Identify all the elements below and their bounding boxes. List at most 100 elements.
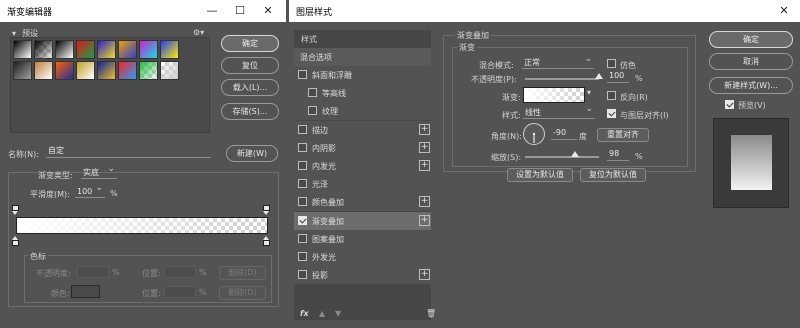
sidebar-item[interactable]: 光泽 bbox=[294, 175, 431, 194]
sidebar-item[interactable]: 描边 + bbox=[294, 120, 431, 139]
preset-swatch[interactable] bbox=[118, 40, 137, 59]
name-input[interactable]: 自定 bbox=[46, 146, 211, 158]
dither-checkbox[interactable] bbox=[607, 59, 616, 68]
sidebar-item-checkbox[interactable] bbox=[298, 124, 307, 134]
sidebar-item-checkbox[interactable] bbox=[298, 161, 307, 170]
new-gradient-button[interactable]: 新建(W) bbox=[226, 145, 278, 162]
sidebar-item-checkbox[interactable] bbox=[308, 88, 317, 98]
sidebar-item-checkbox[interactable] bbox=[298, 197, 307, 207]
preset-swatch-fill bbox=[14, 41, 31, 58]
sidebar-item-checkbox[interactable] bbox=[298, 215, 307, 225]
minimize-icon[interactable]: — bbox=[198, 0, 226, 22]
sidebar-item-checkbox[interactable] bbox=[298, 270, 307, 280]
preset-swatch[interactable] bbox=[55, 40, 74, 59]
sidebar-item[interactable]: 外发光 bbox=[294, 248, 431, 266]
sidebar-item[interactable]: 图案叠加 bbox=[294, 229, 431, 248]
preset-swatch[interactable] bbox=[76, 40, 95, 59]
preset-swatch[interactable] bbox=[76, 61, 95, 80]
set-default-button[interactable]: 设置为默认值 bbox=[507, 168, 573, 182]
opacity-input[interactable]: 100 bbox=[607, 71, 629, 83]
layer-style-ok-button[interactable]: 确定 bbox=[709, 31, 793, 48]
sidebar-item-checkbox[interactable] bbox=[298, 252, 307, 261]
delete-color-stop-button[interactable]: 删除(D) bbox=[219, 286, 266, 300]
preset-swatch[interactable] bbox=[160, 61, 179, 80]
sidebar-item[interactable]: 内发光 + bbox=[294, 157, 431, 175]
opacity-slider-knob[interactable] bbox=[595, 73, 603, 79]
preset-swatch[interactable] bbox=[139, 61, 158, 80]
color-stop-left[interactable] bbox=[12, 236, 19, 246]
add-effect-icon[interactable]: + bbox=[419, 269, 430, 281]
preset-swatch[interactable] bbox=[34, 40, 53, 59]
preset-swatch[interactable] bbox=[160, 40, 179, 59]
angle-input[interactable]: -90 bbox=[551, 128, 577, 140]
fx-icon[interactable]: fx bbox=[300, 309, 309, 318]
blend-mode-select[interactable]: 正常 bbox=[522, 54, 594, 69]
angle-dial[interactable] bbox=[522, 122, 546, 146]
style-select[interactable]: 线性 bbox=[523, 104, 595, 119]
close-icon[interactable]: ✕ bbox=[770, 0, 798, 22]
align-with-layer-checkbox[interactable] bbox=[607, 109, 616, 118]
gradient-type-select[interactable]: 实底 bbox=[81, 164, 117, 179]
preset-swatch[interactable] bbox=[13, 61, 32, 80]
preset-swatch[interactable] bbox=[139, 40, 158, 59]
gradient-preview-bar[interactable] bbox=[16, 217, 268, 234]
sidebar-item[interactable]: 斜面和浮雕 bbox=[294, 66, 431, 84]
preset-swatch[interactable] bbox=[55, 61, 74, 80]
stop-opacity-input[interactable] bbox=[77, 266, 109, 278]
gradient-dropdown-icon[interactable]: ▾ bbox=[587, 88, 591, 97]
reset-alignment-button[interactable]: 重置对齐 bbox=[597, 128, 649, 142]
gear-icon[interactable]: ⚙▾ bbox=[193, 28, 204, 37]
load-button[interactable]: 载入(L)... bbox=[221, 79, 279, 96]
move-up-icon[interactable]: ▲ bbox=[319, 309, 325, 318]
opacity-stop-right[interactable] bbox=[263, 205, 270, 215]
scale-input[interactable]: 98 bbox=[607, 149, 629, 161]
sidebar-item-checkbox[interactable] bbox=[298, 70, 307, 79]
opacity-slider[interactable] bbox=[525, 78, 599, 80]
add-effect-icon[interactable]: + bbox=[419, 214, 430, 226]
preset-swatch[interactable] bbox=[118, 61, 137, 80]
save-button[interactable]: 存储(S)... bbox=[221, 103, 279, 120]
scale-slider[interactable] bbox=[525, 156, 599, 158]
trash-icon[interactable]: 🗑 bbox=[426, 309, 436, 318]
add-effect-icon[interactable]: + bbox=[419, 196, 430, 208]
color-stop-right[interactable] bbox=[263, 236, 270, 246]
stop-color-swatch[interactable] bbox=[71, 285, 100, 298]
sidebar-item[interactable]: 投影 + bbox=[294, 266, 431, 285]
sidebar-item-label: 渐变叠加 bbox=[312, 216, 344, 226]
sidebar-item-label: 内发光 bbox=[312, 162, 336, 171]
ok-button[interactable]: 确定 bbox=[221, 35, 279, 52]
add-effect-icon[interactable]: + bbox=[419, 160, 430, 171]
new-style-button[interactable]: 新建样式(W)... bbox=[709, 77, 793, 94]
sidebar-item-checkbox[interactable] bbox=[298, 233, 307, 243]
preset-swatch[interactable] bbox=[97, 61, 116, 80]
sidebar-item[interactable]: 渐变叠加 + bbox=[294, 211, 431, 230]
add-effect-icon[interactable]: + bbox=[419, 141, 430, 153]
gradient-picker[interactable] bbox=[523, 87, 585, 103]
sidebar-item[interactable]: 内阴影 + bbox=[294, 138, 431, 157]
move-down-icon[interactable]: ▼ bbox=[335, 309, 341, 318]
preset-swatch[interactable] bbox=[97, 40, 116, 59]
preset-swatch[interactable] bbox=[13, 40, 32, 59]
layer-style-cancel-button[interactable]: 取消 bbox=[709, 53, 793, 70]
close-icon[interactable]: ✕ bbox=[254, 0, 282, 22]
reset-button[interactable]: 复位 bbox=[221, 57, 279, 74]
preset-swatch[interactable] bbox=[34, 61, 53, 80]
reset-default-button[interactable]: 复位为默认值 bbox=[580, 168, 646, 182]
maximize-icon[interactable]: ☐ bbox=[226, 0, 254, 22]
sidebar-item[interactable]: 等高线 bbox=[294, 84, 431, 103]
delete-opacity-stop-button[interactable]: 删除(D) bbox=[219, 266, 266, 280]
sidebar-item-checkbox[interactable] bbox=[298, 179, 307, 189]
reverse-checkbox[interactable] bbox=[607, 91, 616, 100]
sidebar-item-checkbox[interactable] bbox=[298, 142, 307, 152]
color-position-input[interactable] bbox=[164, 286, 196, 298]
scale-slider-knob[interactable] bbox=[570, 151, 579, 157]
sidebar-item-blend-options[interactable]: 混合选项 bbox=[294, 48, 431, 66]
sidebar-item[interactable]: 颜色叠加 + bbox=[294, 193, 431, 212]
opacity-stop-left[interactable] bbox=[12, 205, 19, 215]
opacity-position-input[interactable] bbox=[164, 266, 196, 278]
smoothness-select[interactable]: 100 bbox=[75, 183, 105, 198]
add-effect-icon[interactable]: + bbox=[419, 123, 430, 135]
sidebar-item[interactable]: 纹理 bbox=[294, 102, 431, 121]
preview-checkbox[interactable] bbox=[725, 100, 734, 109]
sidebar-item-checkbox[interactable] bbox=[308, 106, 317, 116]
